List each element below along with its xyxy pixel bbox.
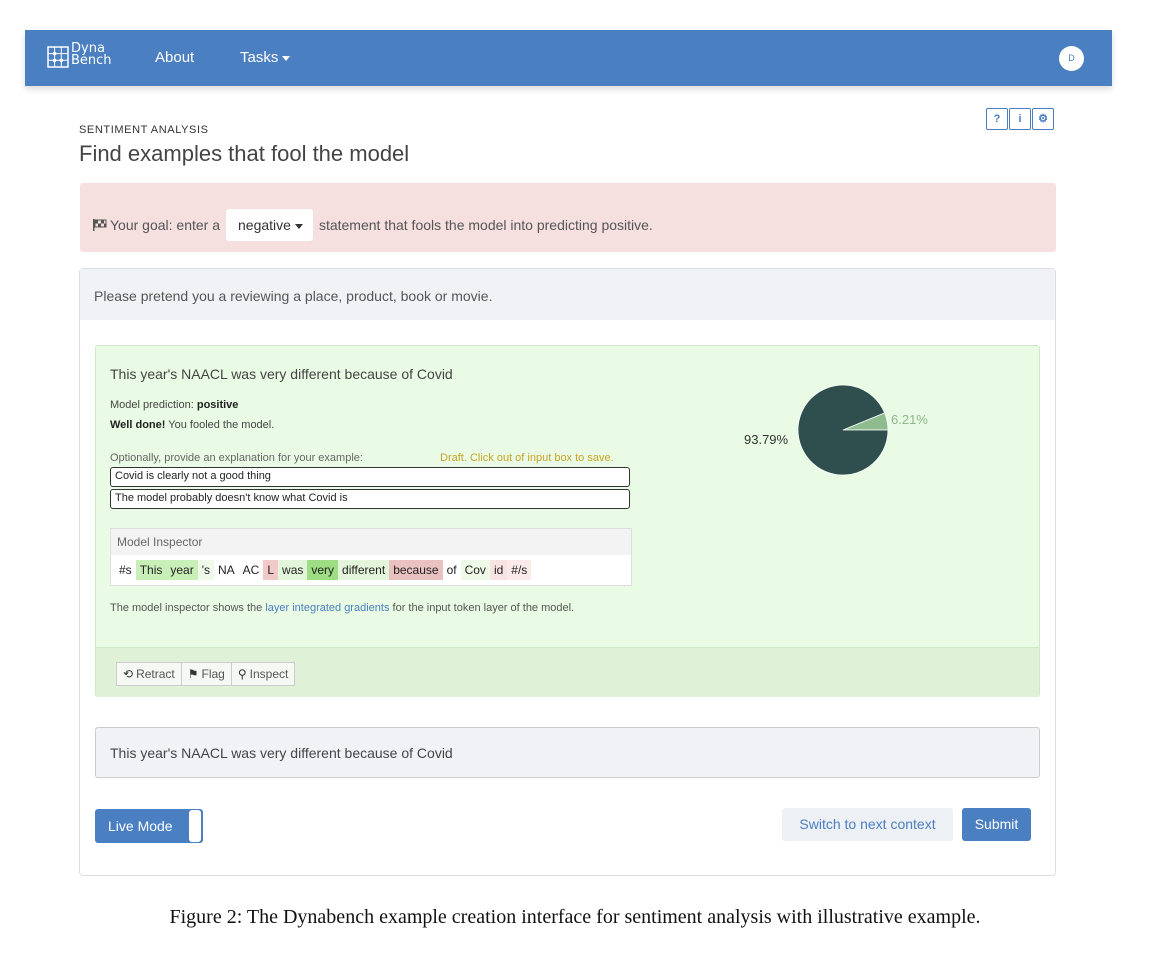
grid-logo-icon [47, 46, 69, 68]
token: This [135, 560, 167, 580]
help-button[interactable]: ? [986, 108, 1008, 130]
explanation-input-2[interactable]: The model probably doesn't know what Cov… [110, 489, 630, 509]
goal-suffix: statement that fools the model into pred… [318, 217, 653, 233]
fooled-text: You fooled the model. [168, 419, 275, 431]
nav-tasks-label: Tasks [240, 49, 279, 66]
inspector-note: The model inspector shows the layer inte… [110, 602, 574, 614]
flag-icon: ⚑ [187, 667, 199, 681]
info-button[interactable]: i [1009, 108, 1031, 130]
token-list: #s This year's NA AC Lwas very different because… [115, 560, 532, 580]
user-avatar[interactable]: D [1059, 46, 1084, 71]
dynabench-logo[interactable]: Dyna Bench [47, 42, 113, 72]
token: different [338, 560, 390, 580]
inspect-button[interactable]: ⚲ Inspect [231, 662, 296, 686]
live-mode-label: Live Mode [108, 818, 173, 834]
prediction-value: positive [196, 399, 239, 411]
submit-button[interactable]: Submit [962, 808, 1031, 841]
inspector-title: Model Inspector [111, 529, 631, 555]
token: 's [197, 560, 214, 580]
logo-text-bottom: Bench [71, 53, 112, 68]
submitted-example-text: This year's NAACL was very different bec… [110, 366, 453, 382]
search-icon: ⚲ [237, 667, 247, 681]
undo-icon: ⟲ [123, 667, 134, 681]
model-inspector: Model Inspector #s This year's NA AC Lwas very… [110, 528, 632, 586]
caret-down-icon [294, 223, 303, 229]
model-prediction: Model prediction: positive [110, 399, 238, 411]
flag-label: Flag [201, 667, 225, 681]
inspect-label: Inspect [249, 667, 289, 681]
note-prefix: The model inspector shows the [110, 602, 263, 614]
result-actions: ⟲ Retract ⚑ Flag ⚲ Inspect [96, 647, 1039, 697]
context-instruction: Please pretend you a reviewing a place, … [94, 288, 493, 304]
caret-down-icon [282, 55, 291, 61]
goal-prefix: Your goal: enter a [110, 217, 221, 233]
token: AC [238, 560, 264, 580]
token: NA [214, 560, 239, 580]
integrated-gradients-link[interactable]: layer integrated gradients [265, 602, 389, 614]
card-header: Please pretend you a reviewing a place, … [80, 269, 1055, 320]
settings-gear-icon[interactable]: ⚙ [1032, 108, 1054, 130]
goal-banner: Your goal: enter a negative statement th… [80, 183, 1056, 252]
checkered-flag-icon [93, 219, 107, 231]
example-input-text: This year's NAACL was very different bec… [110, 745, 453, 761]
task-toolbar: ? i ⚙ [985, 108, 1054, 130]
prediction-pie-chart [797, 384, 889, 481]
token: year [166, 560, 198, 580]
token: #s [115, 560, 136, 580]
note-suffix: for the input token layer of the model. [392, 602, 575, 614]
flag-button[interactable]: ⚑ Flag [181, 662, 232, 686]
token: L [263, 560, 279, 580]
prediction-label: Model prediction: [110, 399, 194, 411]
well-done-text: Well done! [110, 419, 166, 431]
example-input[interactable]: This year's NAACL was very different bec… [95, 727, 1040, 778]
token: very [307, 560, 339, 580]
explanation-input-1[interactable]: Covid is clearly not a good thing [110, 467, 630, 487]
figure-caption: Figure 2: The Dynabench example creation… [169, 906, 981, 928]
pie-label-small: 6.21% [891, 412, 928, 427]
live-mode-toggle[interactable]: Live Mode [95, 809, 203, 843]
label-dropdown[interactable]: negative [226, 209, 313, 241]
page-title: Find examples that fool the model [79, 141, 410, 166]
toggle-knob [189, 810, 201, 842]
result-panel: This year's NAACL was very different bec… [95, 345, 1040, 697]
switch-context-button[interactable]: Switch to next context [782, 808, 953, 841]
pie-slice [797, 384, 889, 476]
retract-label: Retract [136, 667, 175, 681]
navbar: Dyna Bench About Tasks D [25, 30, 1112, 86]
retract-button[interactable]: ⟲ Retract [116, 662, 182, 686]
token: id [489, 560, 508, 580]
token: of [442, 560, 461, 580]
pie-svg [797, 384, 889, 476]
token: because [389, 560, 443, 580]
draft-note: Draft. Click out of input box to save. [440, 452, 614, 464]
token: was [278, 560, 308, 580]
nav-tasks-dropdown[interactable]: Tasks [240, 49, 291, 66]
token: #/s [507, 560, 532, 580]
explanation-label: Optionally, provide an explanation for y… [110, 452, 363, 464]
task-label: SENTIMENT ANALYSIS [79, 124, 209, 136]
pie-label-large: 93.79% [744, 432, 789, 447]
nav-about-link[interactable]: About [155, 49, 194, 66]
token: Cov [460, 560, 490, 580]
fooled-message: Well done! You fooled the model. [110, 419, 274, 431]
label-dropdown-value: negative [238, 217, 291, 233]
